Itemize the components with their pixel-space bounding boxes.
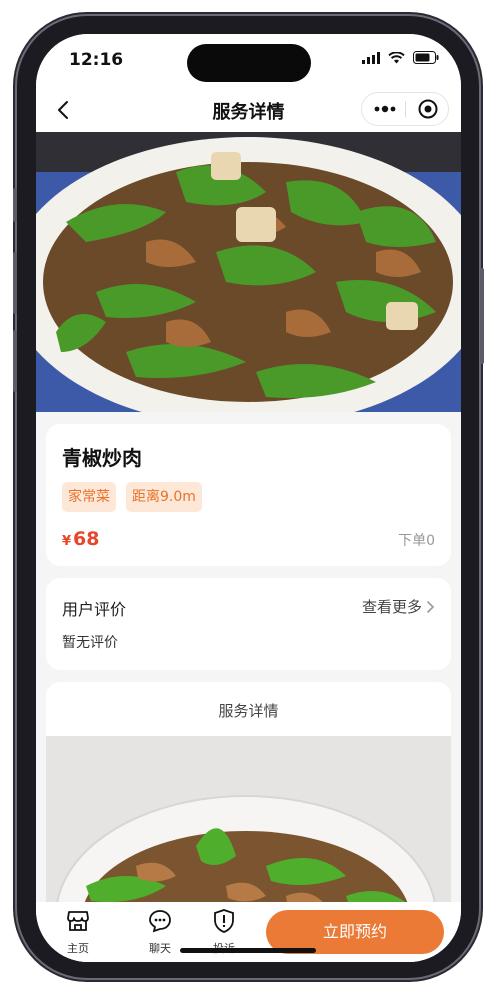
navigation-bar: 服务详情 bbox=[36, 86, 461, 132]
price-currency: ¥ bbox=[62, 534, 72, 549]
no-reviews-text: 暂无评价 bbox=[62, 635, 118, 651]
dish-hero-image bbox=[36, 132, 461, 412]
details-title: 服务详情 bbox=[218, 702, 279, 720]
dish-photo bbox=[36, 132, 461, 412]
tab-home-label: 主页 bbox=[67, 942, 89, 955]
volume-up-button bbox=[13, 252, 17, 314]
reviews-title: 用户评价 bbox=[62, 600, 127, 619]
power-button bbox=[480, 268, 484, 364]
status-bar: 12:16 bbox=[36, 34, 461, 86]
home-indicator bbox=[180, 948, 316, 953]
chevron-right-icon bbox=[427, 600, 435, 613]
more-dots-icon[interactable] bbox=[372, 99, 398, 119]
view-more-label: 查看更多 bbox=[361, 598, 422, 616]
dish-price: ¥68 bbox=[62, 528, 100, 550]
tab-chat-label: 聊天 bbox=[149, 942, 171, 955]
shield-alert-icon bbox=[214, 909, 234, 933]
dish-info-card: 青椒炒肉 家常菜 距离9.0m ¥68 下单0 bbox=[46, 424, 451, 566]
status-time: 12:16 bbox=[69, 50, 124, 70]
tab-chat[interactable]: 聊天 bbox=[138, 908, 182, 956]
tag-distance: 距离9.0m bbox=[126, 482, 202, 512]
action-button bbox=[13, 188, 17, 222]
wifi-icon bbox=[388, 51, 405, 63]
dish-name: 青椒炒肉 bbox=[62, 446, 142, 470]
chat-bubble-icon bbox=[149, 910, 171, 933]
capsule-divider bbox=[405, 101, 406, 117]
shop-icon bbox=[67, 911, 89, 931]
tab-home[interactable]: 主页 bbox=[56, 908, 100, 956]
tag-cuisine: 家常菜 bbox=[62, 482, 116, 512]
price-amount: 68 bbox=[73, 528, 100, 550]
reviews-card: 用户评价 查看更多 暂无评价 bbox=[46, 578, 451, 670]
mini-program-capsule bbox=[361, 92, 449, 126]
order-count: 下单0 bbox=[398, 533, 435, 549]
volume-down-button bbox=[13, 330, 17, 392]
view-more-link[interactable]: 查看更多 bbox=[362, 596, 435, 617]
status-icons bbox=[362, 51, 439, 64]
close-target-icon[interactable] bbox=[417, 98, 439, 120]
screen: 12:16 服务详情 青椒炒肉 家常菜 距离9.0m ¥ 68 下单0 用户评价… bbox=[36, 34, 461, 962]
battery-icon bbox=[413, 51, 439, 64]
bottom-tab-bar: 主页 聊天 投诉 立即预约 bbox=[36, 902, 461, 962]
dynamic-island bbox=[187, 44, 311, 82]
signal-icon bbox=[362, 51, 380, 64]
